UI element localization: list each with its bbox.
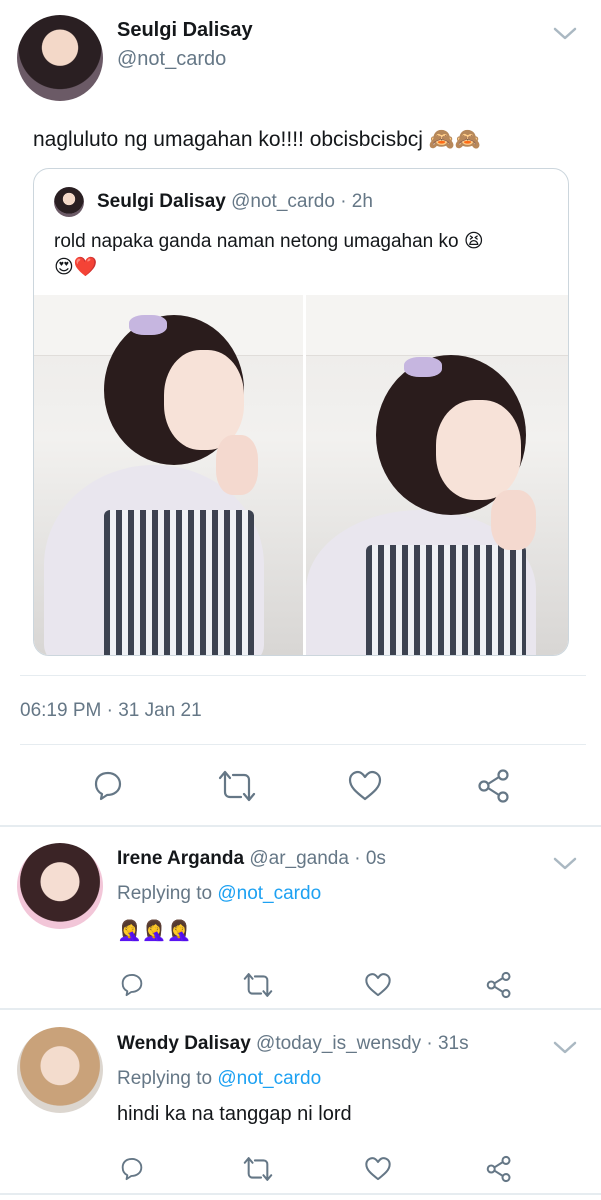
timestamp-bottom-divider — [20, 744, 586, 745]
heart-icon[interactable] — [363, 971, 393, 999]
heart-icon[interactable] — [346, 768, 384, 804]
chevron-down-icon[interactable] — [553, 26, 577, 42]
bottom-divider — [0, 1193, 601, 1195]
reply-1-display-name[interactable]: Irene Arganda — [117, 848, 244, 869]
reply-icon[interactable] — [90, 768, 126, 804]
reply-divider — [0, 1008, 601, 1010]
chevron-down-icon[interactable] — [553, 856, 577, 872]
reply-2-replying-to[interactable]: @not_cardo — [217, 1068, 321, 1089]
quoted-text-line2: 😍❤️ — [54, 257, 98, 278]
share-icon[interactable] — [476, 767, 512, 805]
chevron-down-icon[interactable] — [553, 1040, 577, 1056]
reply-2-avatar[interactable] — [17, 1027, 103, 1113]
reply-1-time: · 0s — [354, 848, 386, 869]
timestamp-top-divider — [20, 675, 586, 676]
retweet-icon[interactable] — [242, 1155, 274, 1183]
reply-1-avatar[interactable] — [17, 843, 103, 929]
main-action-bar — [0, 760, 601, 810]
tweet-timestamp: 06:19 PM · 31 Jan 21 — [20, 700, 202, 721]
quoted-header: Seulgi Dalisay @not_cardo · 2h — [97, 191, 373, 213]
quoted-handle: @not_cardo — [231, 191, 335, 212]
quoted-photo-1[interactable] — [34, 295, 303, 655]
share-icon[interactable] — [485, 1154, 513, 1184]
retweet-icon[interactable] — [217, 768, 257, 804]
reply-1-replying-to[interactable]: @not_cardo — [217, 883, 321, 904]
reply-icon[interactable] — [118, 1155, 146, 1183]
author-display-name[interactable]: Seulgi Dalisay — [117, 19, 253, 42]
quoted-display-name: Seulgi Dalisay — [97, 191, 226, 212]
reply-2-text: hindi ka na tanggap ni lord — [117, 1103, 352, 1125]
quoted-text-line1: rold napaka ganda naman netong umagahan … — [54, 231, 484, 252]
reply-2-header: Wendy Dalisay @today_is_wensdy · 31s — [117, 1033, 469, 1055]
reply-1-header: Irene Arganda @ar_ganda · 0s — [117, 848, 386, 870]
reply-1-replying-line: Replying to @not_cardo — [117, 883, 321, 905]
reply-1-handle[interactable]: @ar_ganda — [249, 848, 349, 869]
reply-1-text: 🤦‍♀️🤦‍♀️🤦‍♀️ — [117, 920, 192, 942]
section-divider — [0, 825, 601, 827]
author-handle[interactable]: @not_cardo — [117, 48, 226, 71]
reply-2-time: · 31s — [426, 1033, 469, 1054]
quoted-tweet-card[interactable]: Seulgi Dalisay @not_cardo · 2h rold napa… — [33, 168, 569, 656]
reply-2-replying-prefix: Replying to — [117, 1068, 213, 1089]
reply-2-display-name[interactable]: Wendy Dalisay — [117, 1033, 251, 1054]
quoted-time: · 2h — [340, 191, 373, 212]
reply-2-replying-line: Replying to @not_cardo — [117, 1068, 321, 1090]
tweet-text: nagluluto ng umagahan ko!!!! obcisbcisbc… — [33, 128, 482, 151]
heart-icon[interactable] — [363, 1155, 393, 1183]
retweet-icon[interactable] — [242, 971, 274, 999]
reply-1-replying-prefix: Replying to — [117, 883, 213, 904]
reply-2-handle[interactable]: @today_is_wensdy — [256, 1033, 421, 1054]
reply-1-action-bar — [0, 965, 601, 1005]
quoted-photo-2[interactable] — [306, 295, 568, 655]
reply-icon[interactable] — [118, 971, 146, 999]
share-icon[interactable] — [485, 970, 513, 1000]
reply-2-action-bar — [0, 1150, 601, 1190]
quoted-author-avatar — [54, 187, 84, 217]
author-avatar[interactable] — [17, 15, 103, 101]
